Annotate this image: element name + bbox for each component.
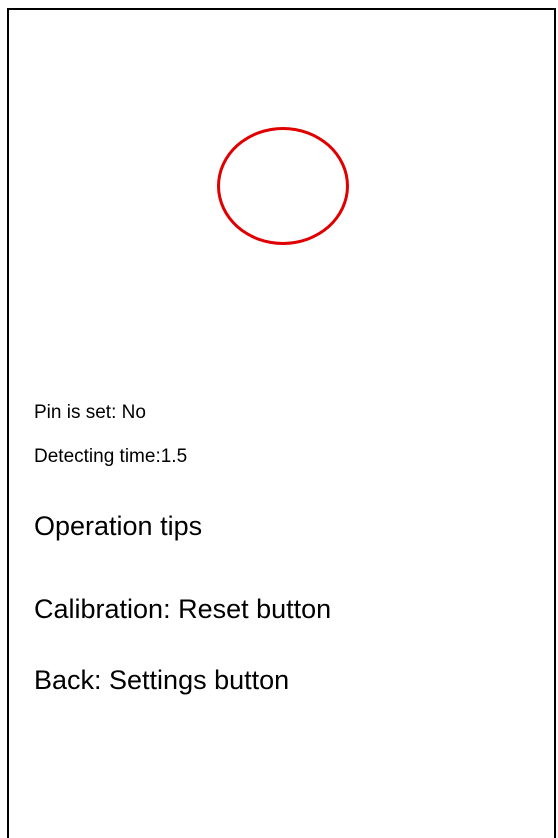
calibration-tip-text: Calibration: Reset button [34, 594, 332, 624]
device-screen: Pin is set: No Detecting time:1.5 Operat… [7, 8, 556, 838]
target-ring-icon [217, 127, 349, 245]
operation-tips-heading: Operation tips [34, 511, 203, 541]
back-tip-text: Back: Settings button [34, 665, 290, 695]
detecting-time-text: Detecting time:1.5 [34, 446, 188, 467]
pin-status-text: Pin is set: No [34, 402, 146, 423]
